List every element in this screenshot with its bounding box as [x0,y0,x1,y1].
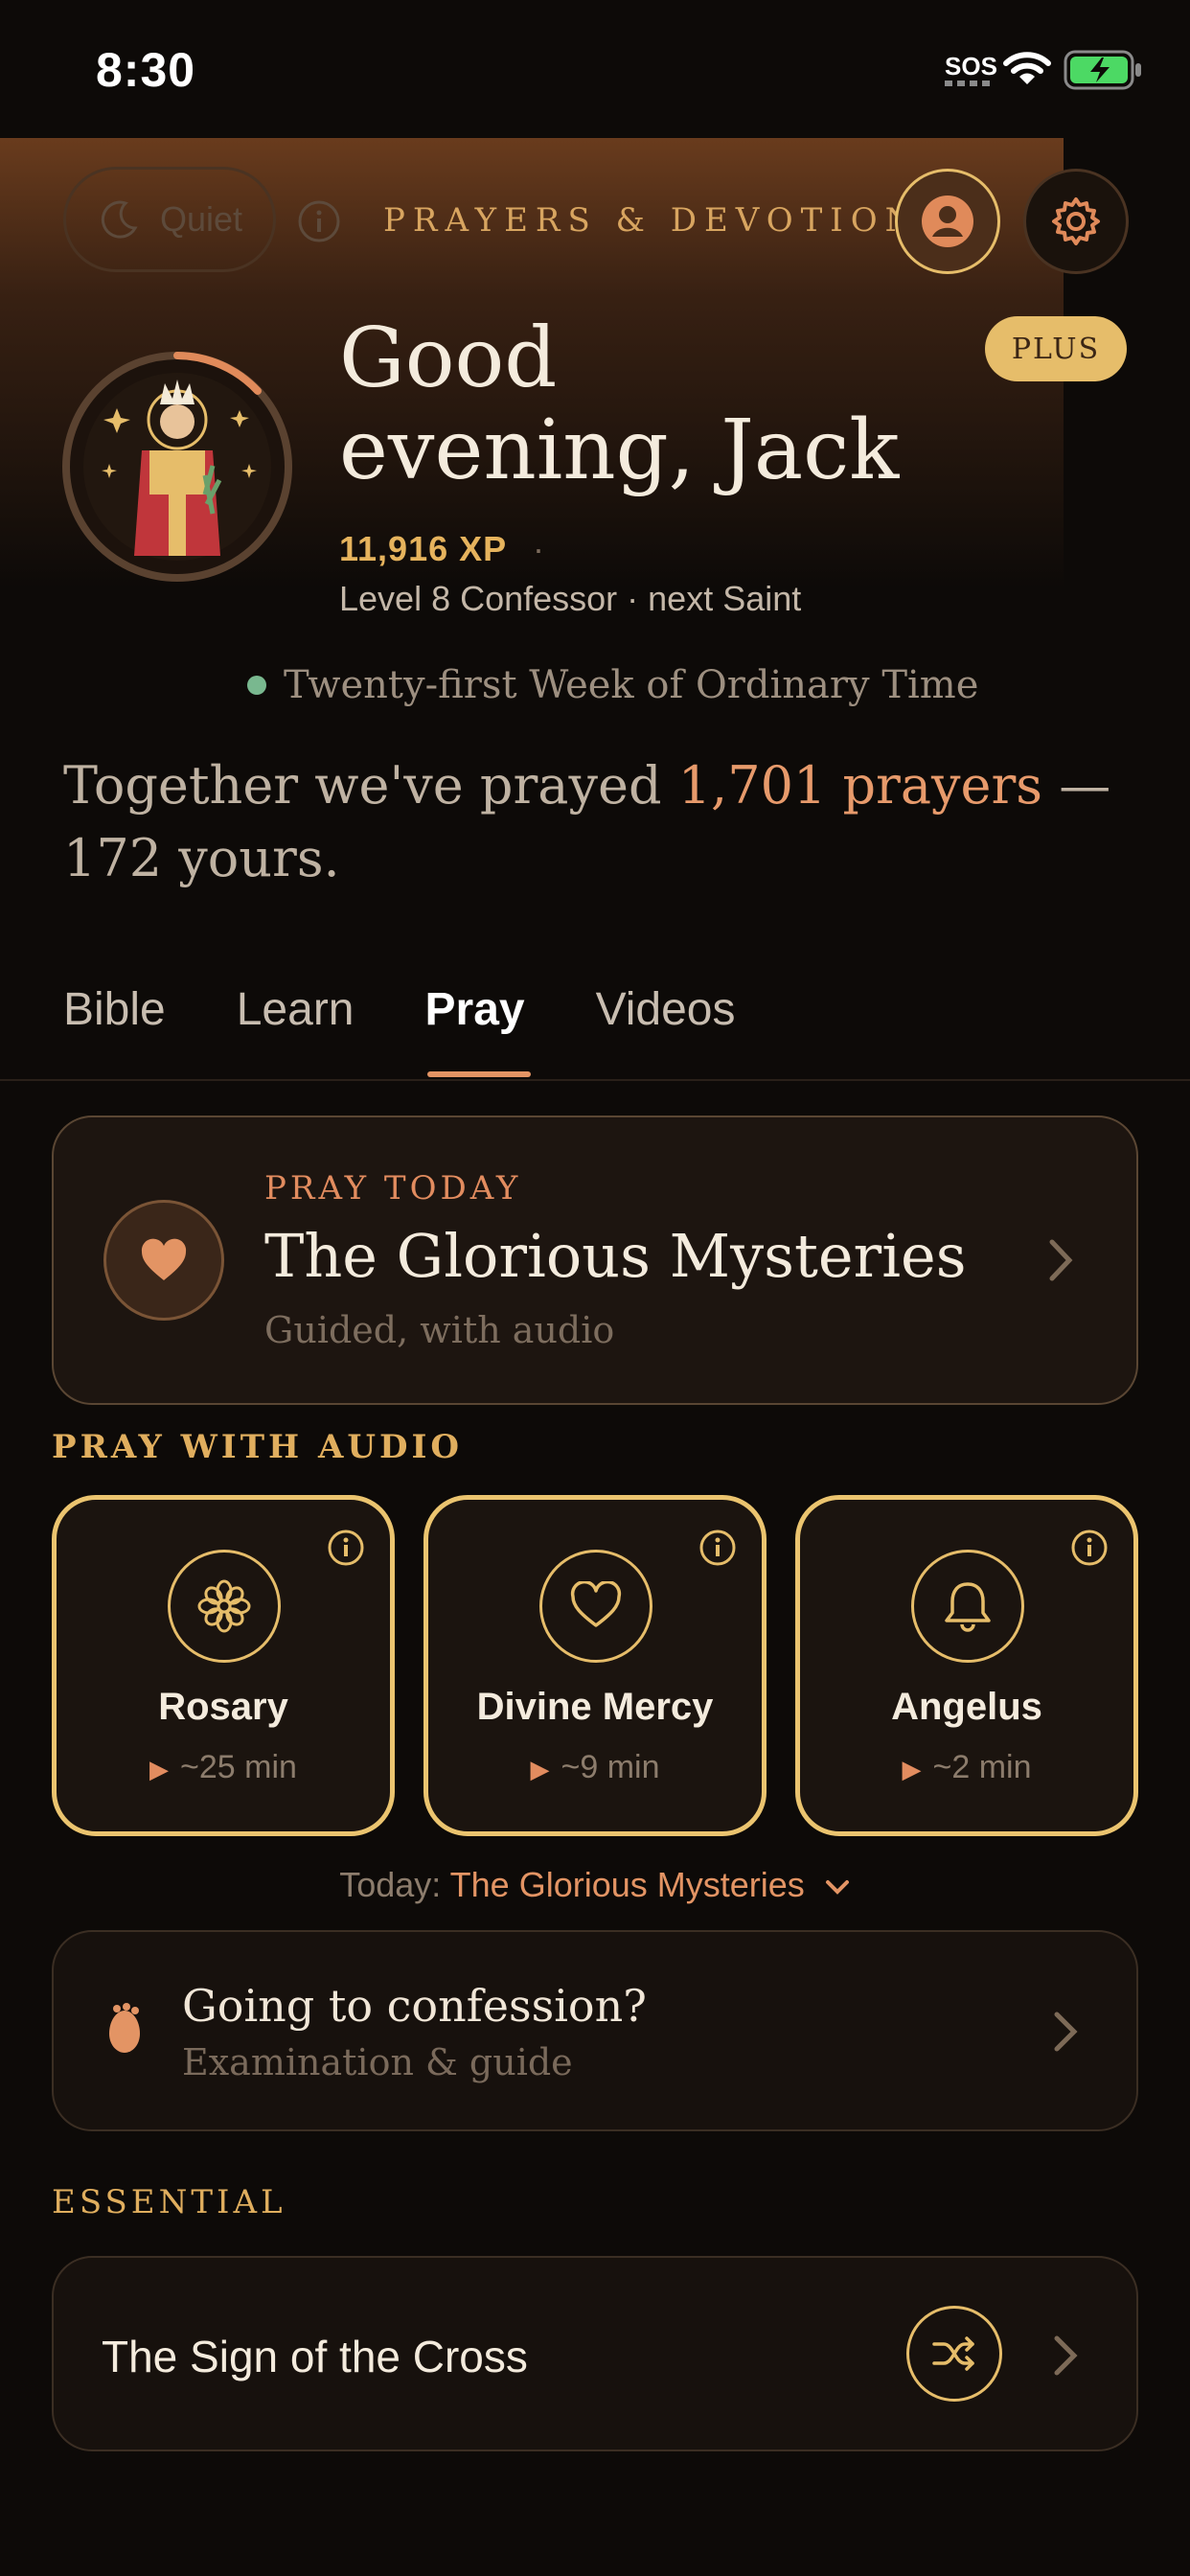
gear-icon [1052,197,1100,245]
bell-icon [945,1582,991,1632]
together-prefix: Together we've prayed [63,755,678,816]
together-count: 1,701 prayers [677,755,1043,816]
settings-button[interactable] [1023,169,1129,274]
tabs-divider [0,1079,1190,1081]
essential-label: ESSENTIAL [52,2183,286,2221]
rosary-icon-circle [168,1550,281,1663]
audio-card-rosary[interactable]: Rosary ▶ ~25 min [52,1495,395,1836]
tab-learn[interactable]: Learn [237,983,355,1036]
plus-badge[interactable]: PLUS [985,316,1127,381]
tab-pray[interactable]: Pray [425,983,525,1036]
hands-icon [109,2003,140,2053]
angelus-icon-circle [911,1550,1024,1663]
audio-duration-text: ~25 min [180,1749,297,1785]
today-label: Today: [339,1865,442,1904]
active-tab-indicator [427,1071,531,1077]
audio-card-divine-mercy[interactable]: Divine Mercy ▶ ~9 min [423,1495,767,1836]
audio-duration: ▶ ~25 min [57,1749,390,1786]
tab-videos[interactable]: Videos [596,983,736,1036]
play-icon: ▶ [149,1755,170,1783]
shuffle-icon [932,2336,974,2371]
chevron-down-icon [825,1880,849,1895]
chevron-right-icon [1054,2012,1078,2052]
mystery-selector[interactable]: Today: The Glorious Mysteries [0,1865,1190,1905]
wifi-icon [1003,52,1051,84]
play-icon: ▶ [902,1755,922,1783]
chevron-right-icon [1049,1239,1073,1281]
audio-name: Rosary [158,1686,288,1728]
season-dot-icon [247,676,266,695]
xp-value: 11,916 XP [339,529,508,568]
confession-subtitle: Examination & guide [182,2041,573,2083]
chevron-right-icon [1054,2335,1078,2376]
confession-title: Going to confession? [182,1980,647,2032]
pray-today-kicker: PRAY TODAY [264,1169,522,1208]
info-icon[interactable] [297,199,341,243]
pray-today-icon [103,1200,224,1321]
audio-duration-text: ~9 min [561,1749,660,1785]
tab-bible[interactable]: Bible [63,983,166,1036]
pray-today-subtitle: Guided, with audio [264,1309,615,1351]
quiet-mode-toggle[interactable]: Quiet [63,167,276,272]
season-label: Twenty-first Week of Ordinary Time [284,663,979,707]
info-icon[interactable] [1070,1529,1109,1567]
flower-icon [197,1579,251,1633]
today-value: The Glorious Mysteries [449,1865,805,1904]
xp-separator: · [533,529,544,568]
pray-with-audio-label: PRAY WITH AUDIO [52,1428,464,1466]
info-icon[interactable] [698,1529,737,1567]
quiet-label: Quiet [160,199,243,239]
sign-of-cross-title: The Sign of the Cross [102,2332,528,2381]
audio-card-angelus[interactable]: Angelus ▶ ~2 min [795,1495,1138,1836]
moon-icon [101,200,138,239]
saint-avatar[interactable] [61,351,293,583]
battery-icon [1064,50,1141,90]
heart-icon [141,1238,187,1280]
profile-button[interactable] [895,169,1000,274]
user-icon [922,196,973,247]
level-info: Level 8 Confessor · next Saint [339,579,802,618]
signal-dots-icon [945,80,991,86]
divine-mercy-icon-circle [539,1550,652,1663]
main-tabs: Bible Learn Pray Videos [63,983,807,1036]
audio-name: Angelus [891,1686,1042,1728]
shuffle-button[interactable] [906,2306,1002,2402]
prayer-count-summary: Together we've prayed 1,701 prayers — 17… [63,749,1127,895]
liturgical-season: Twenty-first Week of Ordinary Time [247,663,978,707]
play-icon: ▶ [530,1755,550,1783]
audio-duration: ▶ ~2 min [800,1749,1133,1786]
sos-indicator: SOS [945,52,997,80]
page-header-title: PRAYERS & DEVOTIONS [383,201,951,240]
pray-today-title: The Glorious Mysteries [264,1221,967,1291]
audio-duration: ▶ ~9 min [428,1749,762,1786]
greeting-heading: Good evening, Jack [339,310,900,498]
status-time: 8:30 [96,43,196,97]
info-icon[interactable] [327,1529,365,1567]
audio-duration-text: ~2 min [932,1749,1032,1785]
heart-outline-icon [570,1581,622,1627]
audio-name: Divine Mercy [476,1686,714,1728]
